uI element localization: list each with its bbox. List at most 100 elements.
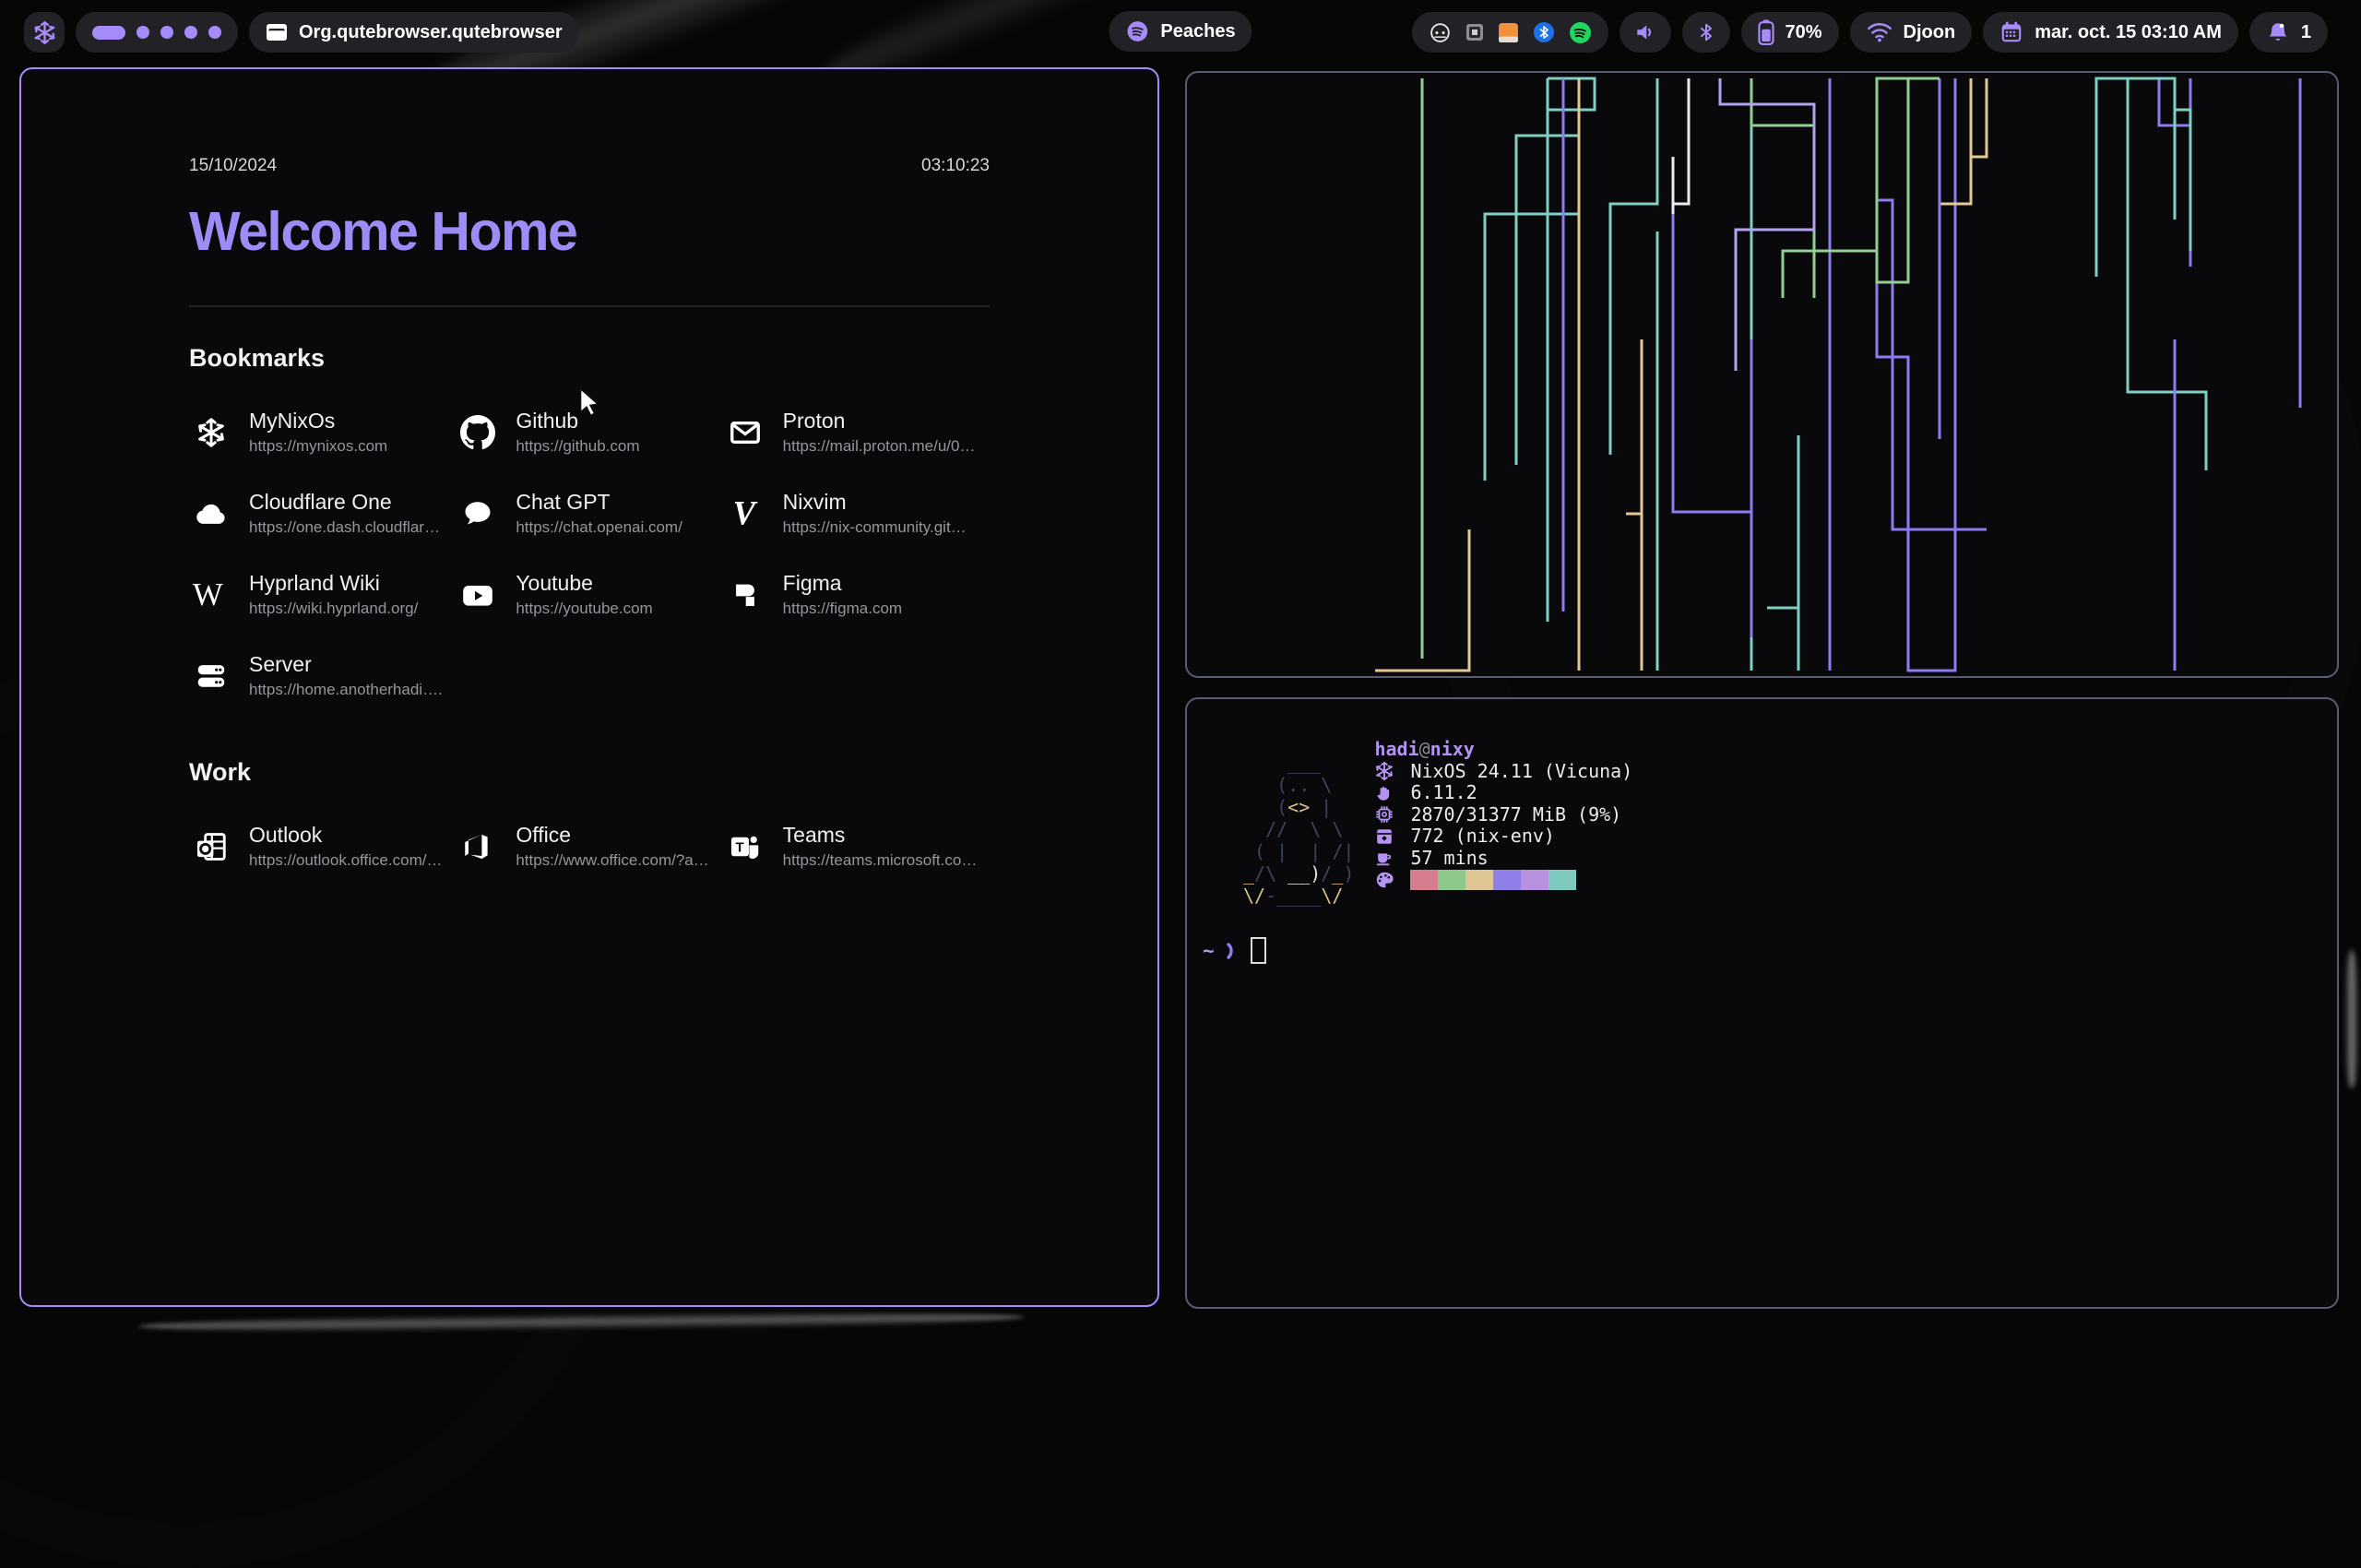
bookmark-name: Nixvim [783, 491, 967, 514]
spotify-icon [1125, 19, 1149, 43]
bookmark-cloudflare-one[interactable]: Cloudflare Onehttps://one.dash.cloudflar… [189, 491, 456, 537]
terminal-window[interactable]: ___ (.. \ (<> | // \ \ ( | | /| _/\ __)/… [1185, 697, 2339, 1309]
color-swatch [1548, 870, 1576, 890]
bookmark-grid: Outlook https://outlook.office.com/… Offic… [189, 824, 990, 870]
clock-pill[interactable]: mar. oct. 15 03:10 AM [1983, 12, 2238, 53]
bookmark-name: Chat GPT [516, 491, 682, 514]
appsq-tray-icon[interactable] [1465, 23, 1484, 42]
bookmark-name: Teams [783, 824, 978, 847]
bookmark-name: Figma [783, 572, 902, 595]
wiki-icon: W [189, 573, 233, 617]
bookmark-figma[interactable]: Figmahttps://figma.com [723, 572, 990, 618]
bookmark-office[interactable]: Office https://www.office.com/?a… [456, 824, 722, 870]
bookmark-proton[interactable]: Protonhttps://mail.proton.me/u/0… [723, 410, 990, 456]
bookmark-text: MyNixOs https://mynixos.com [249, 410, 387, 456]
startpage: 15/10/2024 03:10:23 Welcome Home Bookmar… [189, 69, 990, 870]
wifi-icon [1867, 21, 1892, 43]
bell-icon [2266, 20, 2290, 44]
fetch-row: NixOS 24.11 (Vicuna) [1374, 761, 1632, 783]
prompt-chevron-icon [1226, 942, 1238, 960]
record-tray-icon[interactable] [1429, 21, 1452, 44]
bookmark-hyprland-wiki[interactable]: WHyprland Wikihttps://wiki.hyprland.org/ [189, 572, 456, 618]
nixos-logo-icon [32, 20, 57, 45]
bookmark-name: Office [516, 824, 708, 847]
bookmark-url: https://home.anotherhadi…. [249, 682, 443, 699]
bookmark-server[interactable]: Server https://home.anotherhadi…. [189, 653, 456, 699]
notifications-pill[interactable]: 1 [2249, 12, 2328, 53]
bookmark-name: Server [249, 653, 443, 676]
fetch-rows: NixOS 24.11 (Vicuna)6.11.22870/31377 MiB… [1374, 761, 1632, 870]
pipes-window[interactable] [1185, 71, 2339, 678]
bookmark-url: https://nix-community.git… [783, 519, 967, 537]
fetch-palette-row [1374, 869, 1632, 891]
bookmark-url: https://chat.openai.com/ [516, 519, 682, 537]
page-date: 15/10/2024 [189, 156, 277, 176]
office-icon [456, 825, 500, 869]
fetch-at: @ [1419, 738, 1430, 760]
bookmark-youtube[interactable]: Youtubehttps://youtube.com [456, 572, 722, 618]
bookmark-teams[interactable]: TTeamshttps://teams.microsoft.co… [723, 824, 990, 870]
btblue-tray-icon[interactable] [1533, 21, 1555, 43]
figma-icon [723, 573, 767, 617]
color-swatch [1465, 870, 1493, 890]
topbar-right-group: 70% Djoon mar. oct. 15 03:10 AM 1 [1412, 12, 2329, 53]
speaker-icon [1633, 20, 1657, 44]
spotify-tray-icon[interactable] [1569, 21, 1592, 44]
filesq-tray-icon[interactable] [1498, 22, 1519, 43]
bookmark-grid: MyNixOshttps://mynixos.comGithubhttps://… [189, 410, 990, 699]
section-heading-work: Work [189, 758, 990, 787]
bookmark-url: https://mynixos.com [249, 438, 387, 456]
workspace-1-active[interactable] [92, 26, 125, 40]
bookmark-nixvim[interactable]: V Nixvim https://nix-community.git… [723, 491, 990, 537]
bookmark-outlook[interactable]: Outlook https://outlook.office.com/… [189, 824, 456, 870]
wallpaper-streak [2344, 950, 2359, 1088]
nixos-launcher-button[interactable] [24, 12, 65, 53]
wallpaper-streak [138, 1309, 1024, 1335]
page-time: 03:10:23 [921, 156, 990, 176]
fetch-value: 6.11.2 [1410, 782, 1477, 804]
fetch-value: 772 (nix-env) [1410, 826, 1555, 848]
nixvim-icon: V [723, 492, 767, 536]
bookmark-mynixos[interactable]: MyNixOs https://mynixos.com [189, 410, 456, 456]
bookmark-name: MyNixOs [249, 410, 387, 433]
fetch-value: 2870/31377 MiB (9%) [1410, 804, 1621, 826]
bluetooth-button[interactable] [1682, 12, 1730, 53]
system-tray[interactable] [1412, 12, 1608, 53]
bookmark-chat-gpt[interactable]: Chat GPT https://chat.openai.com/ [456, 491, 722, 537]
bookmark-name: Hyprland Wiki [249, 572, 418, 595]
color-swatch [1438, 870, 1465, 890]
hand-icon [1374, 783, 1396, 803]
fetch-user: hadi [1374, 738, 1418, 760]
bookmark-text: Protonhttps://mail.proton.me/u/0… [783, 410, 976, 456]
terminal-color-swatches [1410, 870, 1576, 890]
chat-icon [456, 492, 500, 536]
bookmark-text: Outlook https://outlook.office.com/… [249, 824, 442, 870]
network-name: Djoon [1904, 22, 1956, 43]
active-window-title-pill[interactable]: Org.qutebrowser.qutebrowser [249, 12, 579, 53]
fetch-row: 2870/31377 MiB (9%) [1374, 804, 1632, 826]
battery-pill[interactable]: 70% [1741, 12, 1839, 53]
github-icon [456, 410, 500, 455]
bookmark-name: Youtube [516, 572, 652, 595]
bookmark-url: https://outlook.office.com/… [249, 852, 442, 870]
active-window-title: Org.qutebrowser.qutebrowser [299, 22, 563, 43]
divider [189, 305, 990, 307]
color-swatch [1521, 870, 1548, 890]
fetch-value: 57 mins [1410, 848, 1488, 870]
fetch-user-host: hadi@nixy [1374, 739, 1632, 761]
workspace-3[interactable] [160, 26, 173, 39]
network-pill[interactable]: Djoon [1850, 12, 1973, 53]
clock-text: mar. oct. 15 03:10 AM [2035, 22, 2222, 43]
workspace-4[interactable] [184, 26, 197, 39]
workspace-2[interactable] [136, 26, 149, 39]
mug-icon [1374, 848, 1396, 868]
volume-button[interactable] [1619, 12, 1671, 53]
outlook-icon [189, 825, 233, 869]
bookmark-url: https://www.office.com/?a… [516, 852, 708, 870]
media-player-pill[interactable]: Peaches [1109, 11, 1252, 52]
color-swatch [1410, 870, 1438, 890]
bookmark-text: Youtubehttps://youtube.com [516, 572, 652, 618]
workspace-indicator[interactable] [76, 12, 238, 53]
workspace-5[interactable] [208, 26, 221, 39]
bookmark-name: Outlook [249, 824, 442, 847]
